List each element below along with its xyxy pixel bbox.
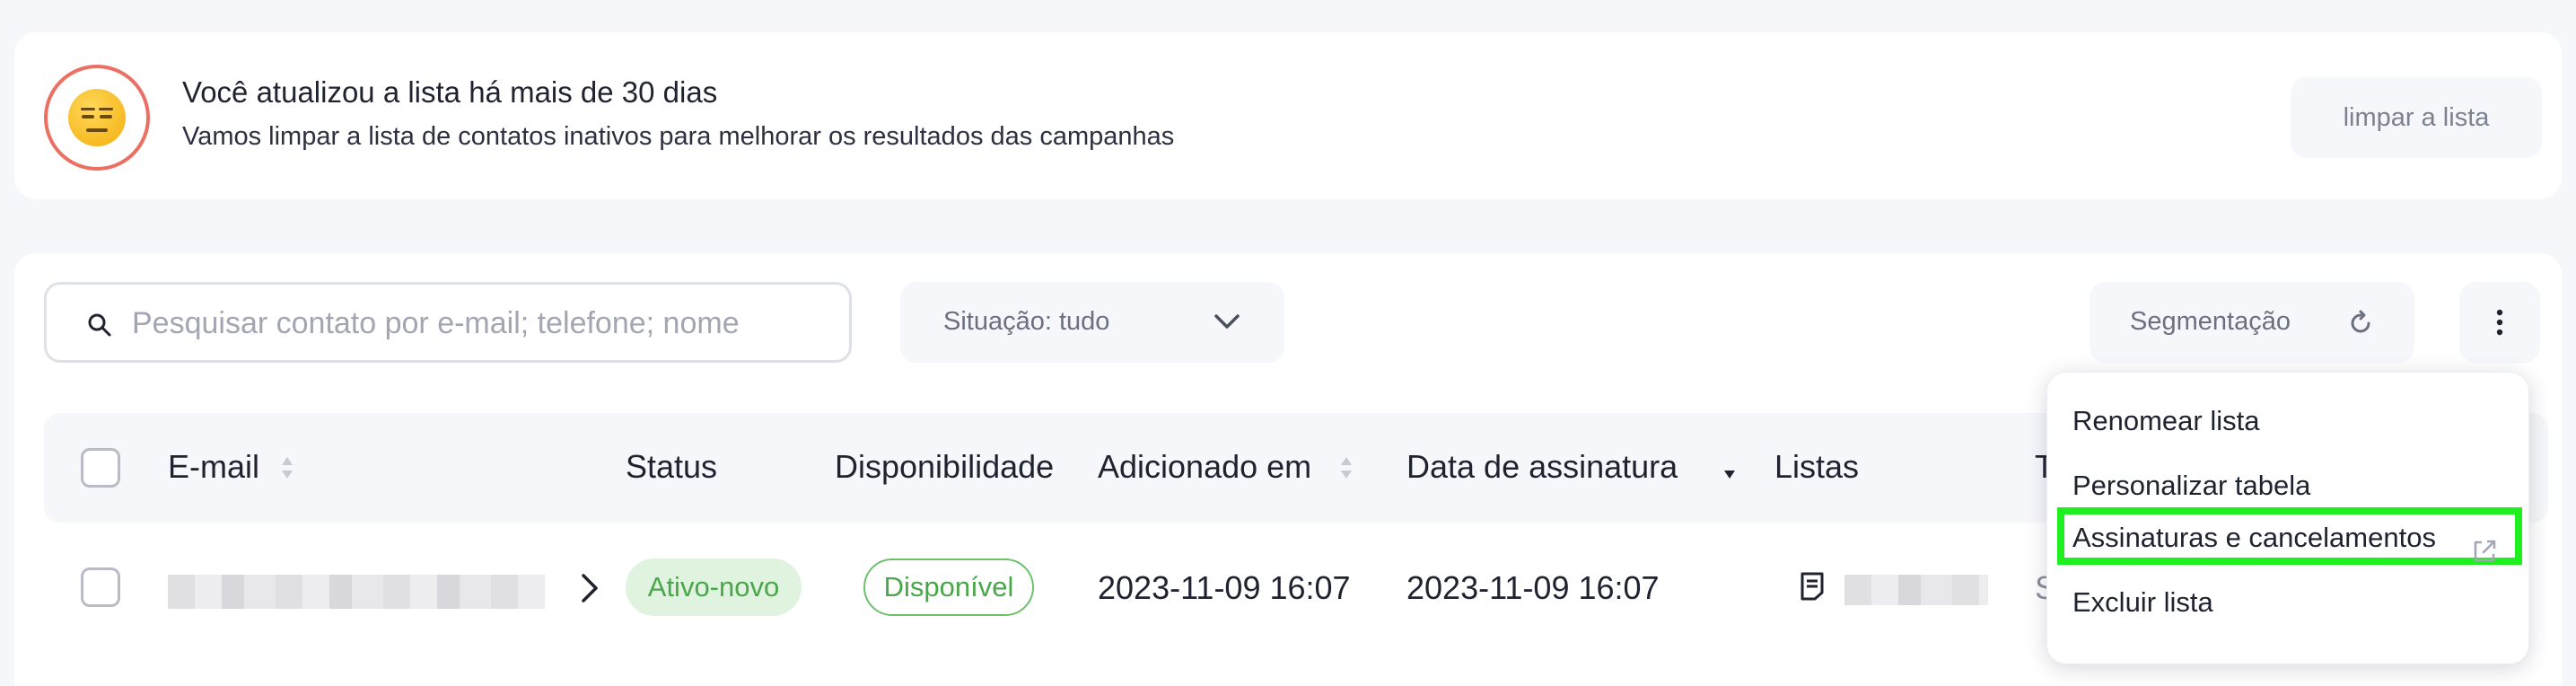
menu-item-subscriptions[interactable]: Assinaturas e cancelamentos: [2072, 522, 2436, 554]
search-box[interactable]: [44, 282, 852, 363]
sort-icon[interactable]: [280, 455, 294, 480]
banner-title: Você atualizou a lista há mais de 30 dia…: [182, 75, 718, 109]
column-availability: Disponibilidade: [835, 448, 1055, 485]
vertical-dots-icon: [2496, 309, 2503, 336]
segmentation-label: Segmentação: [2130, 307, 2291, 336]
column-subscribed-at[interactable]: Data de assinatura: [1406, 448, 1678, 486]
column-lists: Listas: [1774, 448, 1860, 485]
status-filter-dropdown[interactable]: Situação: tudo: [900, 282, 1284, 363]
column-email[interactable]: E-mail: [168, 448, 259, 486]
added-at-cell: 2023-11-09 16:07: [1098, 569, 1351, 606]
emoji-ring: [44, 65, 150, 171]
clear-list-button[interactable]: limpar a lista: [2291, 77, 2542, 158]
list-options-menu: Renomear lista Personalizar tabela Assin…: [2046, 372, 2529, 664]
menu-item-customize-table[interactable]: Personalizar tabela: [2072, 470, 2310, 502]
column-added-at[interactable]: Adicionado em: [1098, 448, 1311, 486]
sort-desc-icon[interactable]: [1722, 455, 1737, 480]
segmentation-button[interactable]: Segmentação: [2090, 282, 2414, 363]
status-badge: Ativo-novo: [626, 558, 802, 616]
external-link-icon[interactable]: [2471, 538, 2498, 565]
availability-badge: Disponível: [863, 558, 1034, 616]
banner-subtitle: Vamos limpar a lista de contatos inativo…: [182, 122, 1175, 151]
subscribed-at-cell: 2023-11-09 16:07: [1406, 569, 1660, 606]
redacted-list-name: [1844, 575, 1988, 605]
search-input[interactable]: [132, 297, 832, 349]
chevron-right-icon[interactable]: [580, 573, 600, 603]
inactive-list-banner: Você atualizou a lista há mais de 30 dia…: [14, 32, 2562, 199]
row-checkbox[interactable]: [81, 567, 120, 607]
expressionless-face-icon: [68, 89, 126, 146]
sort-icon[interactable]: [1339, 455, 1354, 480]
menu-item-delete-list[interactable]: Excluir lista: [2072, 586, 2213, 619]
status-filter-label: Situação: tudo: [943, 307, 1110, 336]
column-status: Status: [626, 448, 718, 485]
refresh-icon: [2351, 310, 2370, 333]
menu-item-rename-list[interactable]: Renomear lista: [2072, 405, 2259, 437]
redacted-email: [168, 575, 545, 609]
list-document-icon: [1801, 572, 1824, 601]
select-all-checkbox[interactable]: [81, 448, 120, 488]
search-icon: [88, 313, 111, 337]
chevron-down-icon: [1214, 314, 1240, 329]
more-options-button[interactable]: [2459, 282, 2540, 363]
